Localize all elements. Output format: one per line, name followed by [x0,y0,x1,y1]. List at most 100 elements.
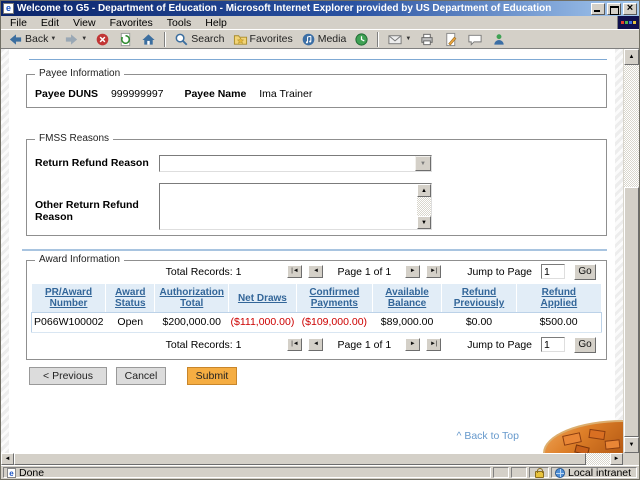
status-text: Done [19,466,45,479]
close-button[interactable] [623,2,637,15]
other-return-refund-reason-textarea[interactable] [160,184,417,229]
previous-page-button[interactable]: ◄ [308,265,324,278]
total-records: Total Records: 1 [165,265,242,278]
jump-to-page-input[interactable] [541,264,565,279]
mail-button[interactable]: ▼ [384,31,414,48]
home-button[interactable] [138,31,159,48]
scroll-up-icon[interactable]: ▲ [417,184,431,197]
restore-button[interactable] [607,2,621,15]
media-button[interactable]: Media [298,31,350,48]
next-page-button[interactable]: ► [405,265,421,278]
edit-button[interactable] [440,31,462,48]
payee-information-legend: Payee Information [35,68,125,79]
horizontal-scroll-thumb[interactable] [14,453,587,465]
last-page-button[interactable]: ►| [426,265,442,278]
vertical-scrollbar[interactable]: ▲ ▼ [623,49,639,453]
go-button[interactable]: Go [574,336,596,353]
history-button[interactable] [351,31,372,48]
scroll-left-icon[interactable]: ◄ [1,453,14,465]
cell-pr-award-number: P066W100002 [31,312,106,333]
other-return-refund-reason-label: Other Return Refund Reason [35,199,139,223]
go-button[interactable]: Go [574,263,596,280]
scroll-down-icon[interactable]: ▼ [417,216,431,229]
print-button[interactable] [416,31,438,48]
forward-button[interactable]: ▼ [61,31,90,48]
next-page-button[interactable]: ► [405,338,421,351]
browser-toolbar: Back ▼ ▼ Search Favorites Media ▼ [1,30,639,49]
submit-button[interactable]: Submit [187,367,237,385]
column-net-draws[interactable]: Net Draws [228,283,297,313]
title-bar: e Welcome to G5 - Department of Educatio… [1,1,639,16]
cell-refund-previously: $0.00 [441,312,517,333]
scroll-down-icon[interactable]: ▼ [624,437,639,453]
jump-to-page-input[interactable] [541,337,565,352]
column-refund-previously[interactable]: Refund Previously [441,283,517,313]
pagination-bottom: Total Records: 1 |◄ ◄ Page 1 of 1 ► ►| J… [27,334,606,355]
cell-available-balance: $89,000.00 [372,312,442,333]
scroll-right-icon[interactable]: ► [610,453,623,465]
column-award-status[interactable]: Award Status [105,283,156,313]
menu-file[interactable]: File [3,17,34,29]
favorites-folder-icon [233,34,247,45]
column-refund-applied[interactable]: Refund Applied [515,283,603,313]
action-buttons: < Previous Cancel Submit [29,367,607,385]
jump-to-page-label: Jump to Page [467,265,532,278]
refresh-button[interactable] [115,31,136,48]
jump-to-page-label: Jump to Page [467,338,532,351]
column-available-balance[interactable]: Available Balance [371,283,443,313]
search-icon [175,33,188,45]
last-page-button[interactable]: ►| [426,338,442,351]
toolbar-separator [377,31,380,47]
return-refund-reason-select[interactable]: ▼ [159,155,432,172]
first-page-button[interactable]: |◄ [287,338,303,351]
status-bar: e Done Local intranet [1,465,639,479]
textarea-scrollbar[interactable]: ▲ ▼ [417,184,431,229]
payee-name-label: Payee Name [184,88,247,100]
menu-view[interactable]: View [66,17,103,29]
page-left-texture [1,49,9,453]
stop-button[interactable] [92,31,113,48]
column-authorization-total[interactable]: Authorization Total [154,283,229,313]
cell-refund-applied: $500.00 [516,312,602,333]
window-title: Welcome to G5 - Department of Education … [17,3,552,14]
mail-dropdown-icon[interactable]: ▼ [405,36,411,42]
vertical-scroll-thumb[interactable] [624,187,639,437]
browser-window: e Welcome to G5 - Department of Educatio… [0,0,640,480]
discuss-button[interactable] [464,31,486,48]
menu-favorites[interactable]: Favorites [103,17,160,29]
security-zone-text: Local intranet [568,466,632,479]
messenger-button[interactable] [488,31,510,48]
menu-help[interactable]: Help [198,17,234,29]
combo-dropdown-icon[interactable]: ▼ [415,156,431,171]
forward-arrow-icon [66,33,78,45]
status-pane [511,467,527,478]
first-page-button[interactable]: |◄ [287,265,303,278]
home-icon [142,33,155,45]
back-to-top-link[interactable]: ^ Back to Top [26,430,519,442]
minimize-button[interactable] [591,2,605,15]
intranet-zone-icon [555,467,565,478]
back-dropdown-icon[interactable]: ▼ [50,36,56,42]
horizontal-scrollbar[interactable]: ◄ ► [1,453,639,465]
favorites-button[interactable]: Favorites [230,31,296,48]
edit-pencil-icon [446,32,457,46]
fmss-reasons-section: FMSS Reasons Return Refund Reason ▼ Othe… [26,133,607,236]
menu-bar: File Edit View Favorites Tools Help [1,16,639,30]
scroll-up-icon[interactable]: ▲ [624,49,639,65]
menu-edit[interactable]: Edit [34,17,66,29]
forward-dropdown-icon[interactable]: ▼ [81,36,87,42]
search-button[interactable]: Search [171,31,227,48]
scrollbar-corner [623,453,639,465]
section-divider-rule [22,249,607,251]
fmss-reasons-legend: FMSS Reasons [35,133,114,144]
column-confirmed-payments[interactable]: Confirmed Payments [295,283,373,313]
payee-duns-value: 999999997 [110,88,164,100]
previous-button[interactable]: < Previous [29,367,107,385]
previous-page-button[interactable]: ◄ [308,338,324,351]
ie-window-icon: e [3,3,14,14]
menu-tools[interactable]: Tools [160,17,199,29]
back-button[interactable]: Back ▼ [5,31,59,48]
column-pr-award-number[interactable]: PR/Award Number [30,283,107,313]
cancel-button[interactable]: Cancel [116,367,166,385]
award-information-section: Award Information Total Records: 1 |◄ ◄ … [26,254,607,360]
